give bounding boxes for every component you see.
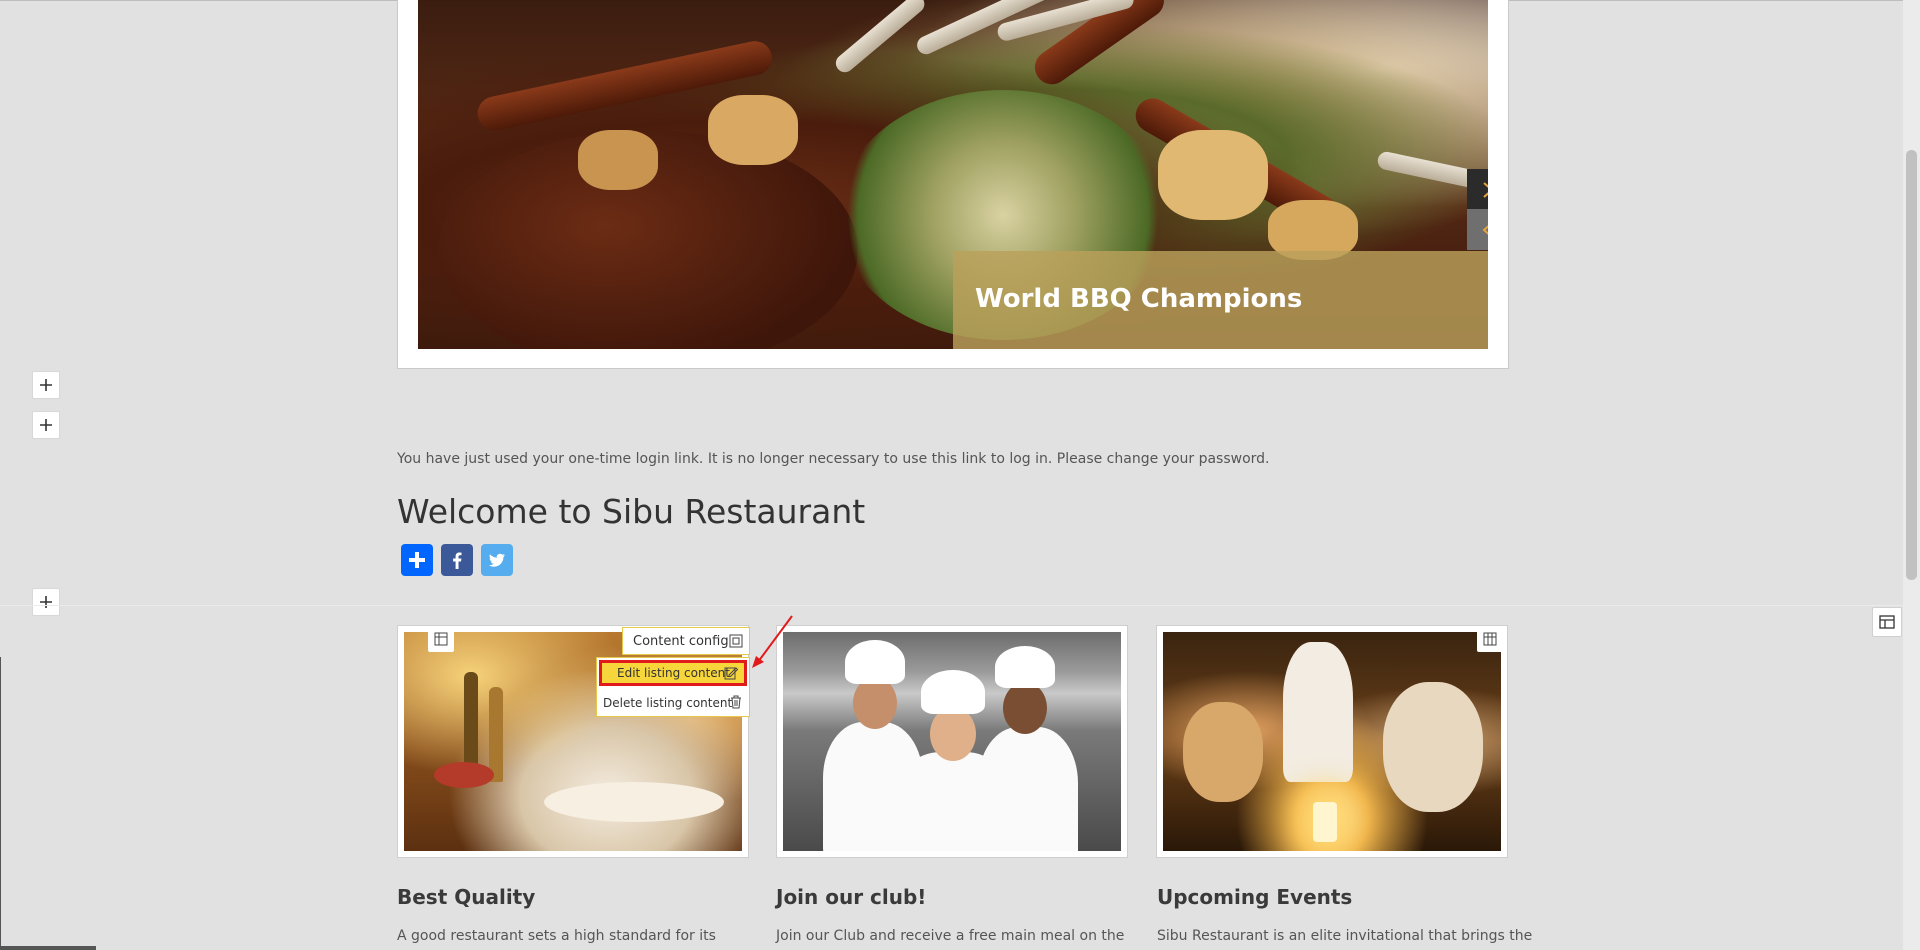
card-title: Best Quality xyxy=(397,885,536,909)
card-text: Sibu Restaurant is an elite invitational… xyxy=(1157,928,1533,944)
twitter-icon xyxy=(489,553,505,567)
card-image-events xyxy=(1163,632,1501,851)
add-block-button[interactable] xyxy=(32,371,60,399)
chef-face xyxy=(930,707,976,761)
bottle xyxy=(489,687,503,782)
edit-listing-content-menu-item[interactable]: Edit listing content xyxy=(599,660,747,686)
card-image-chefs xyxy=(783,632,1121,851)
slide-caption-text: World BBQ Champions xyxy=(975,284,1303,314)
chevron-left-icon xyxy=(1481,224,1488,235)
chef-hat xyxy=(995,646,1055,688)
listing-context-menu: Edit listing content Delete listing cont… xyxy=(596,657,750,717)
listing-card xyxy=(1156,625,1508,858)
scrollbar-thumb[interactable] xyxy=(1906,150,1917,580)
facebook-icon xyxy=(453,552,462,569)
guest xyxy=(1383,682,1483,812)
candle xyxy=(1313,802,1337,842)
add-block-button[interactable] xyxy=(32,411,60,439)
add-block-button[interactable] xyxy=(32,588,60,616)
chef-hat xyxy=(845,640,905,684)
region-divider xyxy=(0,605,1903,606)
layout-settings-button[interactable] xyxy=(1872,607,1902,637)
card-config-button[interactable] xyxy=(1477,626,1503,652)
plus-icon xyxy=(40,379,52,391)
slide-prev-button[interactable] xyxy=(1467,209,1488,250)
chef-face xyxy=(1003,682,1047,734)
content-config-label: Content config xyxy=(633,633,729,649)
slide-next-button[interactable] xyxy=(1467,169,1488,210)
waiter xyxy=(1283,642,1353,782)
annotation-arrow xyxy=(752,615,793,668)
plus-icon xyxy=(40,419,52,431)
share-twitter-button[interactable] xyxy=(481,544,513,576)
status-message: You have just used your one-time login l… xyxy=(397,451,1270,467)
chef-face xyxy=(853,677,897,729)
delete-listing-content-menu-item[interactable]: Delete listing content xyxy=(597,690,749,716)
guest xyxy=(1183,702,1263,802)
delete-listing-label: Delete listing content xyxy=(603,696,733,710)
slide-caption: World BBQ Champions xyxy=(953,251,1488,349)
card-config-button[interactable] xyxy=(428,626,454,652)
grid-icon xyxy=(1483,632,1497,646)
hero-slider: World BBQ Champions xyxy=(397,0,1509,369)
walnut xyxy=(578,130,658,190)
config-icon xyxy=(729,634,743,648)
bowl xyxy=(434,762,494,788)
card-text: A good restaurant sets a high standard f… xyxy=(397,928,716,944)
page-edge xyxy=(0,657,1,950)
plus-icon xyxy=(40,596,52,608)
walnut xyxy=(1158,130,1268,220)
edit-icon xyxy=(724,667,738,680)
layout-icon xyxy=(1879,615,1895,629)
card-title: Join our club! xyxy=(776,885,927,909)
card-title: Upcoming Events xyxy=(1157,885,1353,909)
trash-icon xyxy=(731,695,741,709)
walnut xyxy=(708,95,798,165)
grid-icon xyxy=(434,632,448,646)
chef xyxy=(893,752,1013,851)
hero-image: World BBQ Champions xyxy=(418,0,1488,349)
plus-icon xyxy=(409,552,425,568)
share-facebook-button[interactable] xyxy=(441,544,473,576)
edit-listing-label: Edit listing content xyxy=(617,666,730,680)
listing-card xyxy=(776,625,1128,858)
chef-hat xyxy=(921,670,985,714)
card-text: Join our Club and receive a free main me… xyxy=(776,928,1125,944)
rib-bone xyxy=(832,0,929,76)
page-title: Welcome to Sibu Restaurant xyxy=(397,492,866,531)
plate xyxy=(544,782,724,822)
chevron-right-icon xyxy=(1482,181,1488,198)
page-edge xyxy=(0,946,96,950)
share-addthis-button[interactable] xyxy=(401,544,433,576)
content-config-button[interactable]: Content config xyxy=(622,627,750,655)
